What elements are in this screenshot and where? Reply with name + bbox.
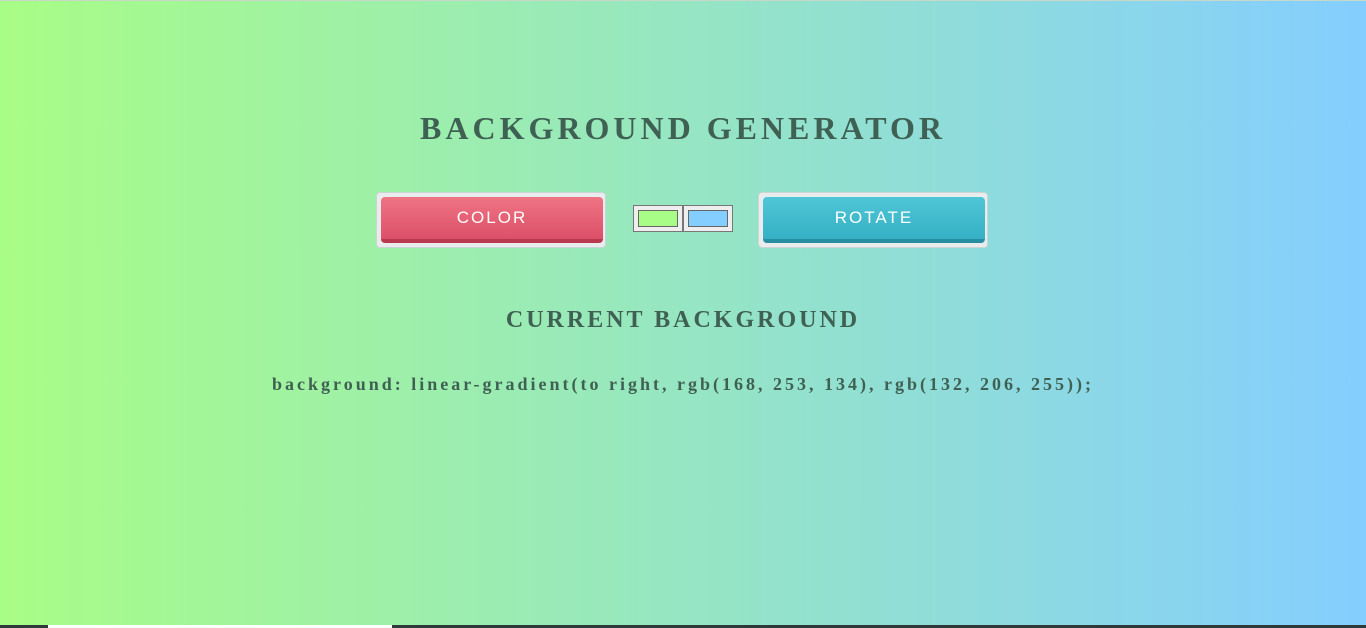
rotate-button-frame: ROTATE [758,192,988,248]
current-background-heading: CURRENT BACKGROUND [505,307,861,333]
color-picker-1[interactable] [633,205,683,232]
color-picker-2-swatch [688,210,728,227]
page-title: BACKGROUND GENERATOR [420,110,946,146]
color-picker-1-swatch [638,210,678,227]
rotate-button[interactable]: ROTATE [763,197,985,243]
color-button-frame: COLOR [376,192,606,248]
css-output-text: background: linear-gradient(to right, rg… [272,374,1094,394]
color-button[interactable]: COLOR [381,197,603,243]
color-picker-2[interactable] [683,205,733,232]
top-border [0,0,1366,1]
